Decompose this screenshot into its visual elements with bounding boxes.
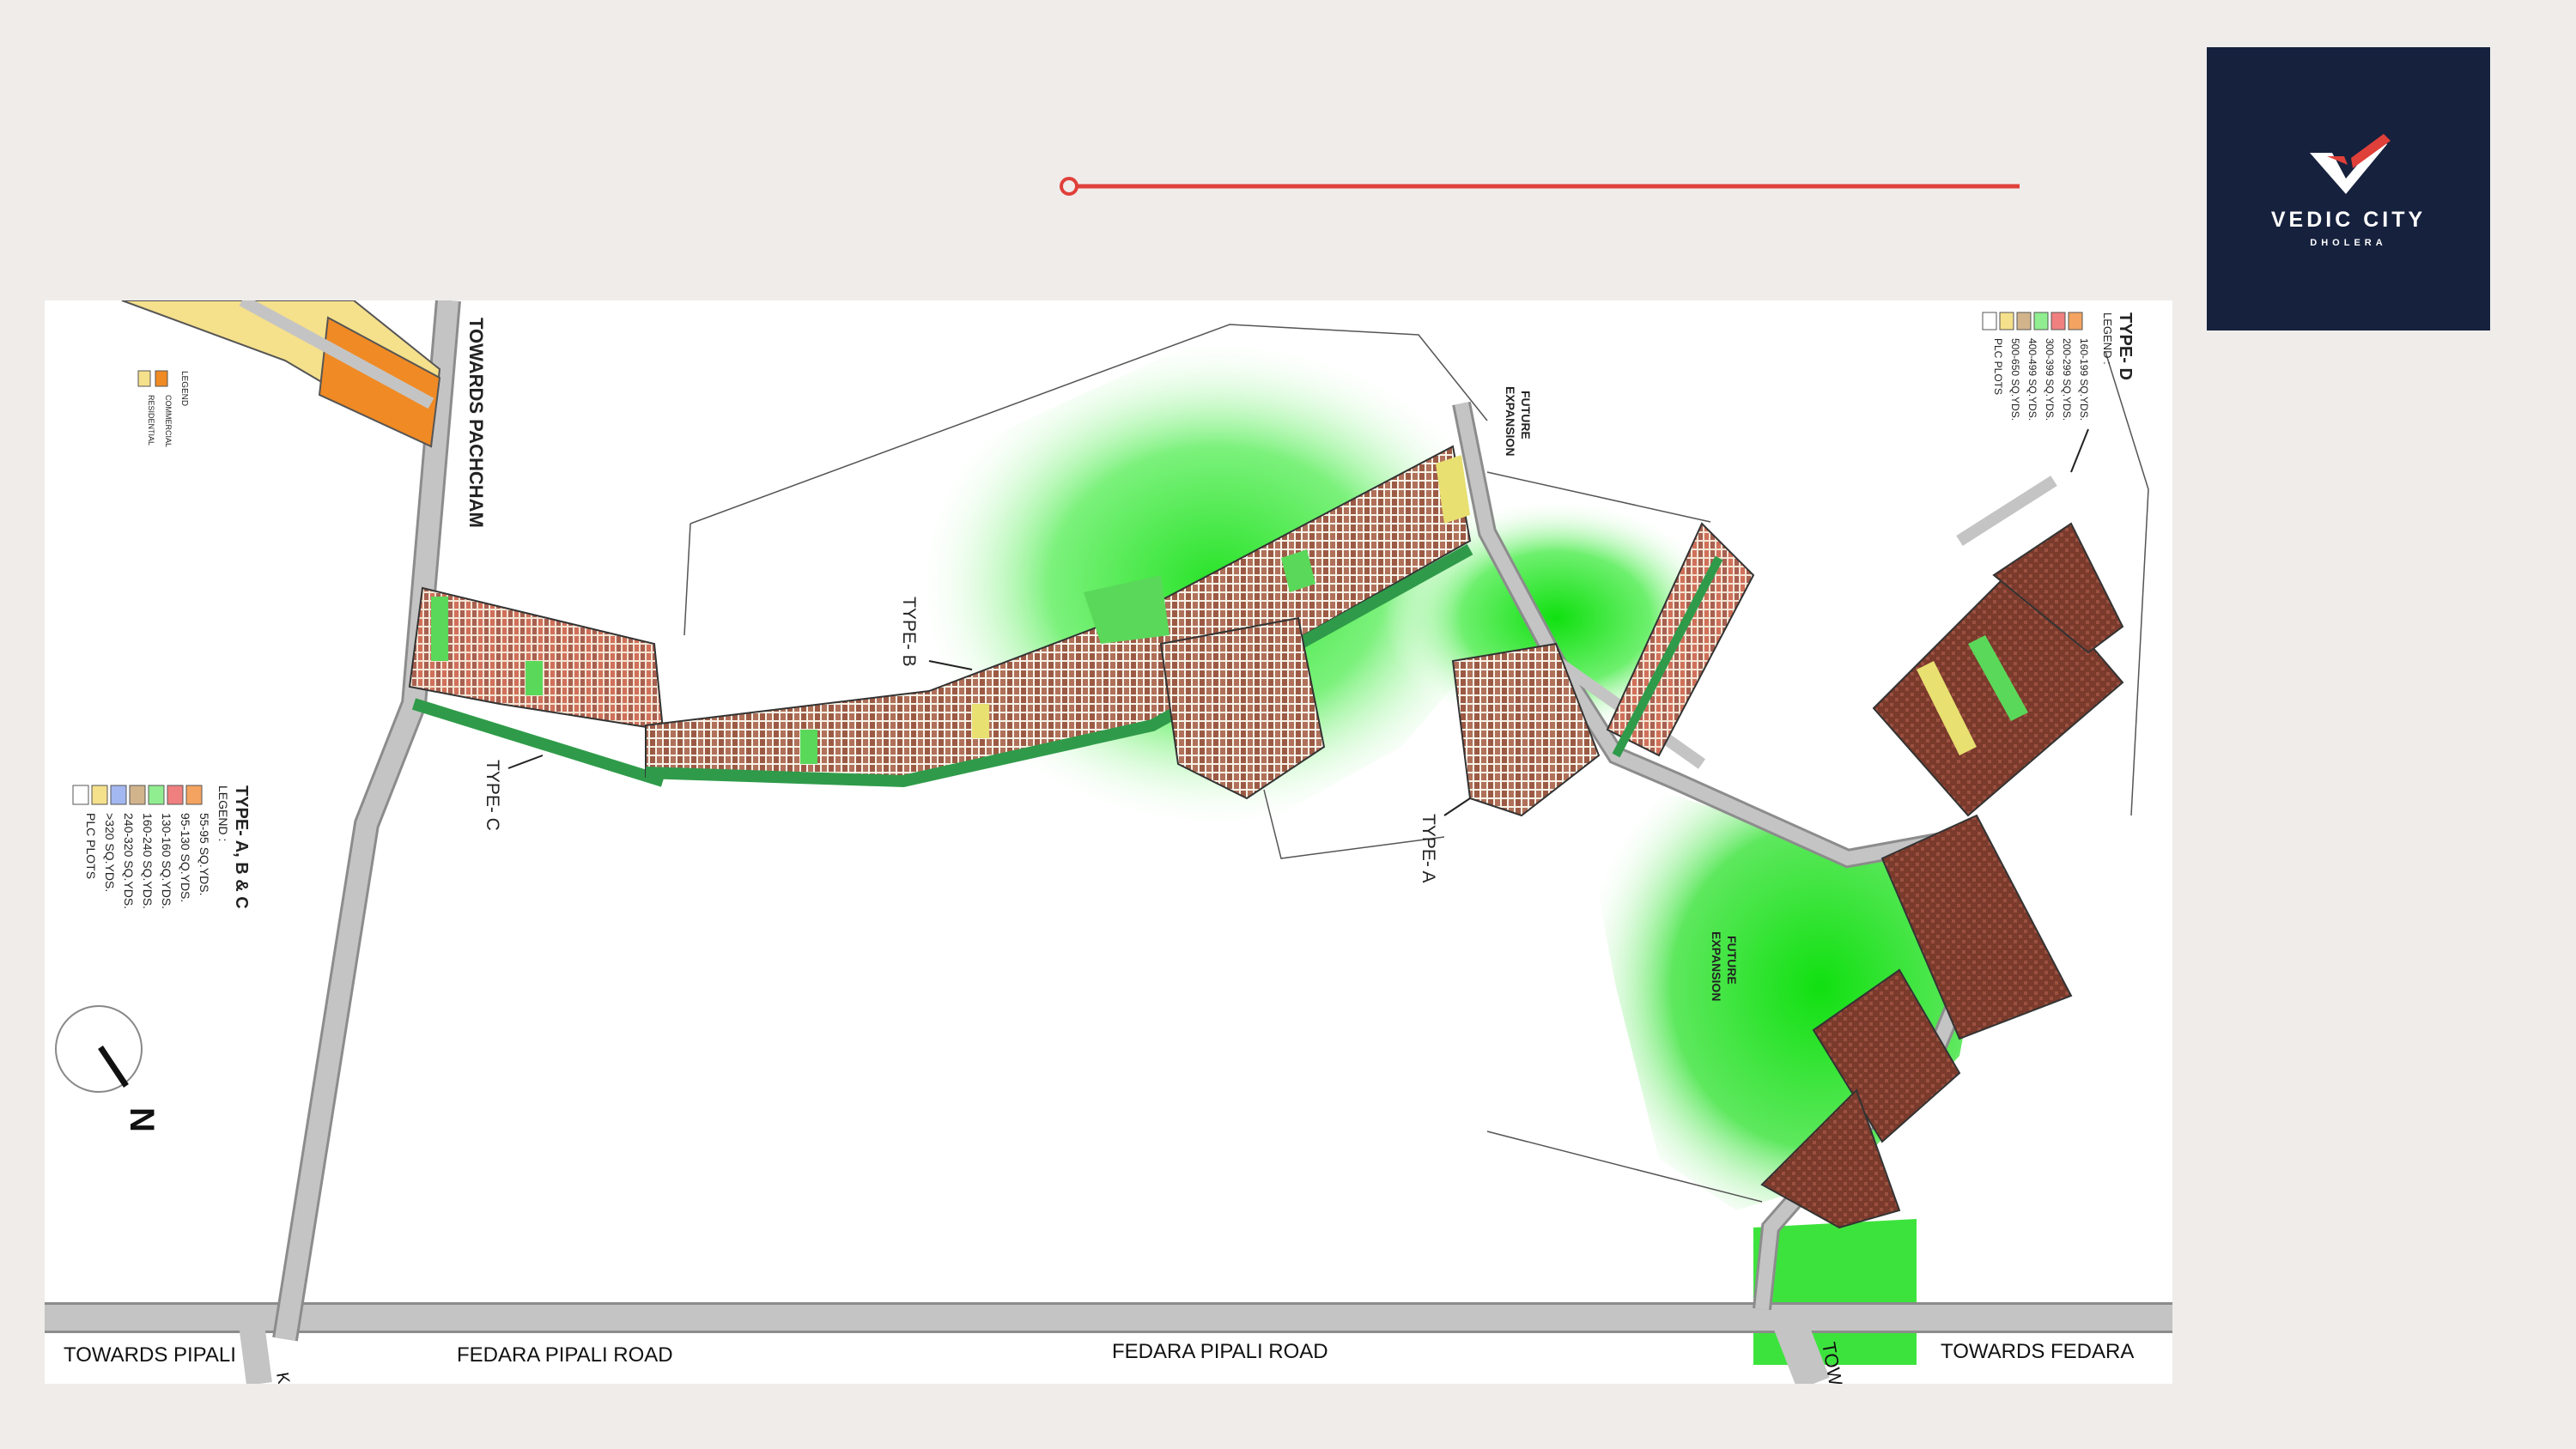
legend-swatch: [129, 785, 146, 805]
north-label: N: [123, 1107, 161, 1132]
road-label-fedara-pipali-left: FEDARA PIPALI ROAD: [457, 1343, 673, 1367]
legend-swatch: [167, 785, 184, 805]
decorative-red-line: [1060, 177, 2020, 196]
legend-item-label: 130-160 SQ.YDS.: [160, 813, 173, 909]
legend-item-label: 200-299 SQ.YDS.: [2061, 338, 2073, 421]
legend-item-label: 160-199 SQ.YDS.: [2078, 338, 2090, 421]
legend-item-label: COMMERCIAL: [164, 395, 173, 447]
legend-item-label: 240-320 SQ.YDS.: [122, 813, 136, 909]
legend-swatch: [2016, 312, 2032, 330]
brand-subtitle: DHOLERA: [2310, 237, 2387, 248]
plot-block-type-c: [408, 586, 665, 787]
legend-item-label: 400-499 SQ.YDS.: [2026, 338, 2038, 421]
brand-name: VEDIC CITY: [2270, 207, 2427, 232]
legend-swatch: [185, 785, 203, 805]
legend-swatch: [2033, 312, 2049, 330]
legend-abc-heading: LEGEND :: [216, 785, 230, 841]
legend-d-title: TYPE- D: [2116, 312, 2135, 380]
legend-top-left: LEGEND COMMERCIAL RESIDENTIAL: [137, 370, 189, 447]
road-label-fedara-pipali-center: FEDARA PIPALI ROAD: [1112, 1340, 1328, 1363]
label-type-b: TYPE- B: [899, 597, 919, 667]
legend-swatch: [1999, 312, 2014, 330]
road-label-towards-pipali: TOWARDS PIPALI: [64, 1343, 236, 1367]
checkmark-icon: [2310, 133, 2391, 194]
legend-top-heading: LEGEND: [179, 371, 189, 406]
legend-swatch: [72, 785, 89, 805]
road-label-towards-fedara: TOWARDS FEDARA: [1941, 1340, 2134, 1363]
road-label-k-cut: K: [272, 1371, 293, 1384]
legend-item-label: >320 SQ.YDS.: [103, 813, 117, 892]
legend-item-label: PLC PLOTS: [1992, 338, 2004, 395]
legend-swatch: [148, 785, 165, 805]
road-label-towards-pachcham: TOWARDS PACHCHAM: [465, 318, 487, 528]
legend-type-d: TYPE- D LEGEND : 160-199 SQ.YDS. 200-299 …: [1982, 312, 2135, 421]
legend-type-abc: TYPE- A, B & C LEGEND : 55-95 SQ.YDS. 95-…: [72, 785, 251, 909]
brand-logo: VEDIC CITY DHOLERA: [2207, 47, 2490, 330]
master-plan-map: TOWARDS PACHCHAM TOWARDS PIPALI FEDARA P…: [45, 300, 2172, 1384]
label-type-a: TYPE- A: [1419, 814, 1438, 883]
legend-d-heading: LEGEND :: [2101, 312, 2114, 365]
legend-item-label: 95-130 SQ.YDS.: [179, 813, 192, 902]
label-type-c: TYPE- C: [483, 760, 502, 831]
future-expansion-label-2b: EXPANSION: [1710, 931, 1723, 1001]
legend-item-label: 160-240 SQ.YDS.: [141, 813, 155, 909]
future-expansion-label-1a: FUTURE: [1519, 391, 1533, 440]
legend-swatch: [137, 370, 151, 387]
legend-swatch: [155, 370, 168, 387]
legend-swatch: [2050, 312, 2066, 330]
legend-swatch: [91, 785, 108, 805]
legend-item-label: PLC PLOTS: [84, 813, 98, 879]
legend-item-label: 500-650 SQ.YDS.: [2009, 338, 2021, 421]
north-arrow-icon: N: [55, 1005, 161, 1132]
legend-swatch: [1982, 312, 1997, 330]
future-expansion-label-2a: FUTURE: [1725, 936, 1739, 985]
legend-item-label: RESIDENTIAL: [147, 395, 155, 446]
legend-swatch: [110, 785, 127, 805]
legend-item-label: 300-399 SQ.YDS.: [2044, 338, 2056, 421]
future-expansion-label-1b: EXPANSION: [1504, 386, 1517, 456]
legend-item-label: 55-95 SQ.YDS.: [197, 813, 211, 896]
legend-abc-title: TYPE- A, B & C: [232, 785, 251, 909]
legend-swatch: [2068, 312, 2083, 330]
